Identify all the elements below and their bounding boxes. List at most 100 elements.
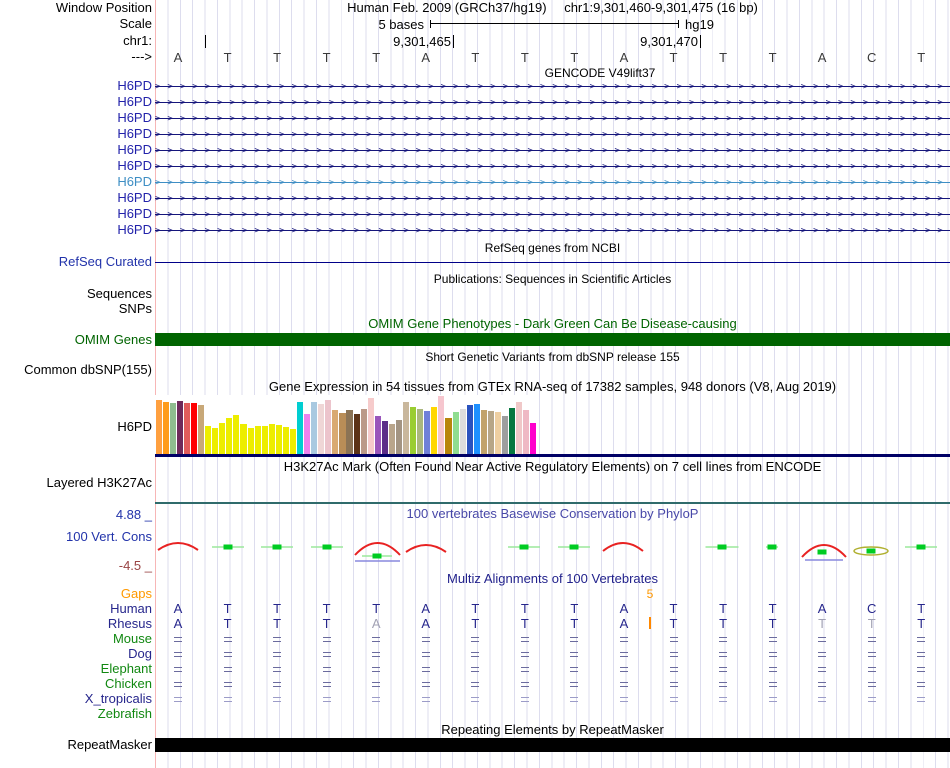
track-label-dog[interactable]: Dog <box>128 647 152 661</box>
gtex-expression-bar[interactable] <box>381 421 388 454</box>
omim-genes-bar[interactable] <box>155 333 950 346</box>
gtex-expression-bar[interactable] <box>205 426 212 454</box>
gtex-expression-bar[interactable] <box>410 407 417 454</box>
gtex-expression-bar[interactable] <box>487 411 494 454</box>
gtex-expression-bar[interactable] <box>466 405 473 454</box>
track-label-gtex-h6pd[interactable]: H6PD <box>117 420 152 434</box>
track-label-common-dbsnp[interactable]: Common dbSNP(155) <box>24 363 152 377</box>
gtex-expression-bar[interactable] <box>523 410 530 454</box>
gtex-expression-bar[interactable] <box>509 408 516 454</box>
gene-row-h6pd[interactable]: >>>>>>>>>>>>>>>>>>>>>>>>>>>>>>>>>>>>>>>>… <box>155 130 950 140</box>
gtex-expression-bar[interactable] <box>339 413 346 454</box>
gene-row-h6pd[interactable]: >>>>>>>>>>>>>>>>>>>>>>>>>>>>>>>>>>>>>>>>… <box>155 178 950 188</box>
gtex-expression-bar[interactable] <box>282 427 289 454</box>
gtex-expression-bar[interactable] <box>318 404 325 454</box>
repeatmasker-bar[interactable] <box>155 738 950 752</box>
track-label-refseq-curated[interactable]: RefSeq Curated <box>59 255 152 269</box>
alignment-gap-marker <box>719 667 728 672</box>
gtex-expression-bar[interactable] <box>176 401 183 454</box>
track-label-rhesus[interactable]: Rhesus <box>108 617 152 631</box>
gtex-expression-bar[interactable] <box>502 416 509 454</box>
gtex-expression-bar[interactable] <box>367 398 374 454</box>
gtex-expression-bar[interactable] <box>388 424 395 454</box>
gtex-expression-bar[interactable] <box>212 428 219 454</box>
gtex-expression-bar[interactable] <box>219 423 226 454</box>
gtex-expression-bar[interactable] <box>198 405 205 454</box>
track-label-human[interactable]: Human <box>110 602 152 616</box>
gtex-expression-bar[interactable] <box>424 411 431 454</box>
gtex-expression-bar[interactable] <box>311 402 318 454</box>
gtex-expression-bar[interactable] <box>417 409 424 454</box>
gtex-expression-bar[interactable] <box>459 409 466 454</box>
gtex-expression-bar[interactable] <box>162 402 169 454</box>
track-label-snps[interactable]: SNPs <box>119 302 152 316</box>
gtex-expression-bar[interactable] <box>275 425 282 454</box>
track-label-layered-h3k27ac[interactable]: Layered H3K27Ac <box>46 476 152 490</box>
track-label-100-vert-cons[interactable]: 100 Vert. Cons <box>66 530 152 544</box>
refseq-curated-line[interactable] <box>155 262 950 263</box>
gtex-expression-bar[interactable] <box>431 407 438 454</box>
gtex-expression-bar[interactable] <box>473 404 480 454</box>
gtex-expression-bar[interactable] <box>183 403 190 454</box>
track-label-h6pd[interactable]: H6PD <box>117 207 152 221</box>
gene-row-h6pd[interactable]: >>>>>>>>>>>>>>>>>>>>>>>>>>>>>>>>>>>>>>>>… <box>155 114 950 124</box>
track-label-elephant[interactable]: Elephant <box>101 662 152 676</box>
track-label-h6pd[interactable]: H6PD <box>117 191 152 205</box>
gtex-expression-bar[interactable] <box>346 410 353 454</box>
gene-row-h6pd[interactable]: >>>>>>>>>>>>>>>>>>>>>>>>>>>>>>>>>>>>>>>>… <box>155 82 950 92</box>
track-label-h6pd[interactable]: H6PD <box>117 223 152 237</box>
conservation-track[interactable] <box>155 535 950 568</box>
gtex-expression-bar[interactable] <box>325 400 332 454</box>
gtex-expression-bar[interactable] <box>403 402 410 454</box>
gtex-expression-bar[interactable] <box>240 424 247 454</box>
gtex-expression-bar[interactable] <box>261 426 268 454</box>
gtex-expression-bar[interactable] <box>480 410 487 454</box>
gtex-expression-bar[interactable] <box>438 396 445 454</box>
track-label-h6pd[interactable]: H6PD <box>117 111 152 125</box>
track-label-mouse[interactable]: Mouse <box>113 632 152 646</box>
gtex-expression-bar[interactable] <box>395 420 403 454</box>
alignment-base: T <box>223 601 232 616</box>
gtex-expression-bar[interactable] <box>155 400 162 454</box>
track-label-omim-genes[interactable]: OMIM Genes <box>75 333 152 346</box>
gtex-expression-bar[interactable] <box>445 418 452 454</box>
gene-row-h6pd[interactable]: >>>>>>>>>>>>>>>>>>>>>>>>>>>>>>>>>>>>>>>>… <box>155 98 950 108</box>
track-label-chicken[interactable]: Chicken <box>105 677 152 691</box>
track-label-zebrafish[interactable]: Zebrafish <box>98 707 152 721</box>
gtex-expression-bar[interactable] <box>353 414 360 454</box>
gtex-expression-bar[interactable] <box>516 402 523 454</box>
track-label-h6pd[interactable]: H6PD <box>117 95 152 109</box>
gtex-expression-bar[interactable] <box>360 409 367 454</box>
gtex-expression-bar[interactable] <box>226 418 233 454</box>
gene-row-h6pd[interactable]: >>>>>>>>>>>>>>>>>>>>>>>>>>>>>>>>>>>>>>>>… <box>155 162 950 172</box>
track-label-repeatmasker[interactable]: RepeatMasker <box>67 738 152 752</box>
track-label-h6pd[interactable]: H6PD <box>117 143 152 157</box>
track-label-sequences[interactable]: Sequences <box>87 287 152 301</box>
gtex-expression-bar[interactable] <box>530 423 537 454</box>
gene-row-h6pd[interactable]: >>>>>>>>>>>>>>>>>>>>>>>>>>>>>>>>>>>>>>>>… <box>155 146 950 156</box>
gtex-expression-bar[interactable] <box>254 426 261 454</box>
gene-row-h6pd[interactable]: >>>>>>>>>>>>>>>>>>>>>>>>>>>>>>>>>>>>>>>>… <box>155 210 950 220</box>
gtex-expression-bar[interactable] <box>190 403 198 454</box>
gene-row-h6pd[interactable]: >>>>>>>>>>>>>>>>>>>>>>>>>>>>>>>>>>>>>>>>… <box>155 226 950 236</box>
gtex-expression-bar[interactable] <box>247 428 254 454</box>
gtex-expression-bar[interactable] <box>452 412 459 454</box>
gtex-expression-bar[interactable] <box>374 416 381 454</box>
gtex-expression-bar[interactable] <box>494 412 502 454</box>
gene-row-h6pd[interactable]: >>>>>>>>>>>>>>>>>>>>>>>>>>>>>>>>>>>>>>>>… <box>155 194 950 204</box>
track-label-h6pd[interactable]: H6PD <box>117 159 152 173</box>
gtex-expression-bar[interactable] <box>233 415 240 454</box>
track-label-h6pd[interactable]: H6PD <box>117 127 152 141</box>
track-label-gaps[interactable]: Gaps <box>121 587 152 601</box>
gene-direction-arrows: >>>>>>>>>>>>>>>>>>>>>>>>>>>>>>>>>>>>>>>>… <box>155 226 950 236</box>
gtex-expression-bar[interactable] <box>169 403 176 454</box>
track-label-h6pd[interactable]: H6PD <box>117 79 152 93</box>
gtex-expression-bar[interactable] <box>297 402 304 454</box>
gtex-expression-bar[interactable] <box>332 410 339 454</box>
gtex-expression-bar[interactable] <box>289 429 297 454</box>
gtex-expression-bar[interactable] <box>304 414 311 454</box>
track-label-h6pd[interactable]: H6PD <box>117 175 152 189</box>
gtex-expression-bar[interactable] <box>268 424 275 454</box>
track-label-x-tropicalis[interactable]: X_tropicalis <box>85 692 152 706</box>
alignment-gap-marker <box>372 637 381 642</box>
